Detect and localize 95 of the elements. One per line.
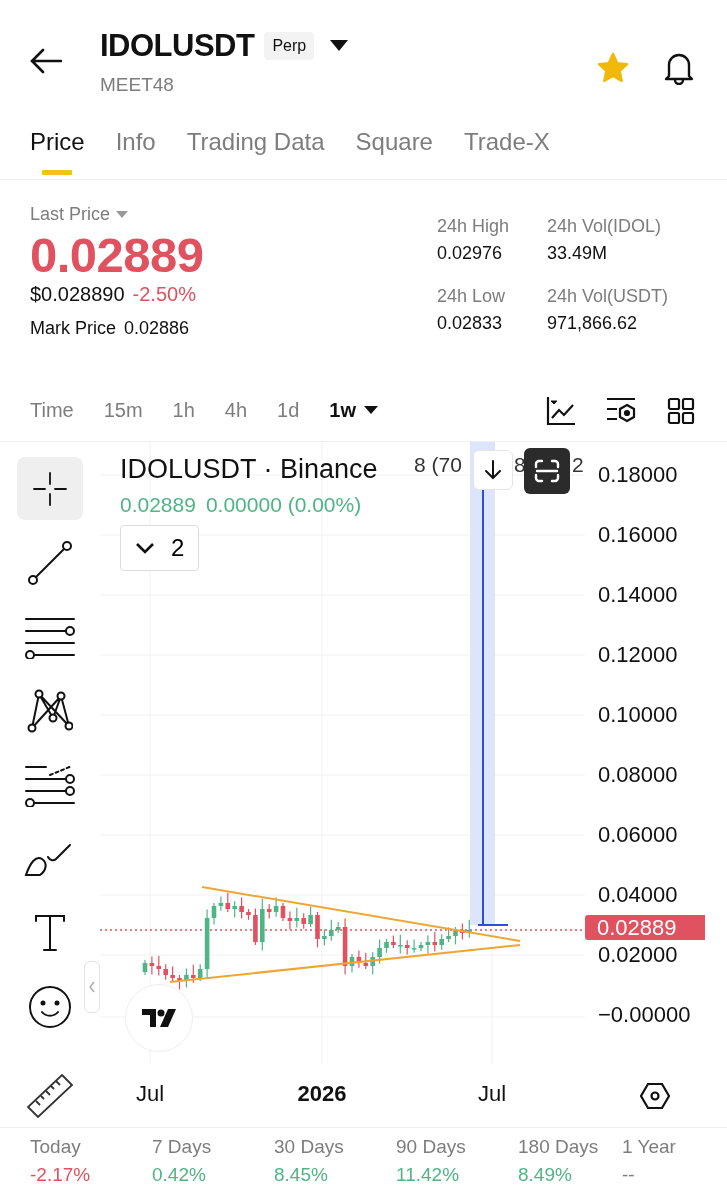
- indicator-chart-button[interactable]: [545, 394, 577, 427]
- contract-badge: Perp: [264, 32, 315, 60]
- page-tab[interactable]: Info: [115, 118, 156, 179]
- price-axis-label: 0.02000: [597, 942, 678, 968]
- text-tool-icon: [33, 912, 67, 953]
- mark-price-value: 0.02886: [124, 318, 190, 339]
- stat-value: 33.49M: [547, 243, 609, 264]
- period-label: 7 Days: [152, 1136, 213, 1158]
- stat-label: 24h Low: [437, 286, 507, 307]
- arrow-down-icon: [484, 460, 502, 480]
- measure-label-fragment: 8: [514, 453, 526, 477]
- candle: [308, 906, 313, 928]
- screenshot-icon: [534, 459, 560, 483]
- chart-title: IDOLUSDT · Binance: [120, 454, 378, 485]
- screenshot-button[interactable]: [524, 448, 570, 494]
- pattern-icon: [27, 687, 73, 734]
- time-axis-label: Jul: [477, 1080, 507, 1107]
- period-change: --: [622, 1164, 636, 1186]
- candle: [246, 908, 251, 921]
- candle: [315, 911, 320, 948]
- stat-label: 24h Vol(IDOL): [547, 216, 663, 237]
- price-axis-label: 0.04000: [597, 882, 678, 908]
- candle: [453, 926, 458, 945]
- period-change: 11.42%: [396, 1164, 461, 1186]
- period-label: Today: [30, 1136, 82, 1158]
- scroll-down-button[interactable]: [473, 450, 513, 490]
- period-change: 0.42%: [152, 1164, 207, 1186]
- interval-tab[interactable]: 1h: [172, 399, 195, 422]
- chevron-down-icon: [135, 542, 155, 554]
- trend-line-icon: [27, 539, 73, 586]
- stat-value: 0.02976: [437, 243, 504, 264]
- indicators-toggle[interactable]: 2: [120, 525, 200, 571]
- price-axis-label: 0.16000: [597, 522, 678, 548]
- symbol-subtitle: MEET48: [100, 74, 175, 96]
- price-change: -2.50%: [132, 283, 196, 306]
- candle: [170, 966, 175, 982]
- price-axis-label: 0.12000: [597, 642, 678, 668]
- caret-icon: [364, 406, 379, 415]
- period-change: 8.45%: [274, 1164, 329, 1186]
- price-axis-label: 0.14000: [597, 582, 678, 608]
- last-price-value: 0.02889: [30, 227, 205, 283]
- price-axis-label: 0.10000: [597, 702, 678, 728]
- stat-value: 0.02833: [437, 313, 504, 334]
- period-label: 180 Days: [518, 1136, 600, 1158]
- page-tab[interactable]: Trading Data: [186, 118, 325, 179]
- price-axis-label: 0.18000: [597, 462, 678, 488]
- candle: [322, 928, 327, 947]
- candle: [460, 922, 465, 941]
- measure-label: 8 (70: [414, 453, 462, 477]
- period-change: -2.17%: [30, 1164, 92, 1186]
- dropdown-caret-icon[interactable]: [330, 40, 349, 52]
- candle: [446, 927, 451, 943]
- time-axis-label: Jul: [135, 1080, 165, 1107]
- price-axis-label: 0.08000: [597, 762, 678, 788]
- candle: [377, 939, 382, 965]
- mark-price-label: Mark Price: [30, 318, 116, 339]
- last-price-selector[interactable]: Last Price: [30, 204, 129, 225]
- candle: [177, 974, 182, 990]
- interval-tab[interactable]: 1d: [277, 399, 300, 422]
- ruler-icon[interactable]: [26, 1072, 74, 1119]
- period-label: 90 Days: [396, 1136, 467, 1158]
- candle: [253, 907, 258, 946]
- page-tab[interactable]: Square: [355, 118, 433, 179]
- candle: [239, 897, 244, 920]
- stat-label: 24h High: [437, 216, 511, 237]
- usd-price: $0.028890: [30, 283, 125, 306]
- interval-tab[interactable]: Time: [30, 399, 74, 422]
- interval-tab[interactable]: 1w: [329, 399, 379, 422]
- interval-tab[interactable]: 4h: [224, 399, 248, 422]
- page-tab[interactable]: Trade-X: [463, 118, 550, 179]
- page-tab[interactable]: Price: [30, 118, 85, 179]
- period-label: 1 Year: [622, 1136, 677, 1158]
- settings-icon[interactable]: [640, 1081, 670, 1110]
- time-axis-label: 2026: [297, 1080, 347, 1107]
- candle: [467, 919, 472, 939]
- candle: [391, 934, 396, 949]
- price-axis-label: −0.00000: [597, 1002, 691, 1028]
- caret-icon: [116, 210, 129, 219]
- ohlc-change: 0.00000 (0.00%): [205, 493, 362, 517]
- ohlc-value: 0.02889: [120, 493, 196, 517]
- symbol-title: IDOLUSDT: [100, 28, 255, 64]
- interval-tab[interactable]: 15m: [103, 399, 143, 422]
- chevron-left-icon: [89, 981, 95, 993]
- period-change: 8.49%: [518, 1164, 573, 1186]
- period-label: 30 Days: [274, 1136, 345, 1158]
- emoji-icon: [28, 984, 72, 1029]
- crosshair-icon: [33, 471, 67, 506]
- stat-label: 24h Vol(USDT): [547, 286, 670, 307]
- current-price-tag: 0.02889: [585, 915, 705, 940]
- drawing-tool-button[interactable]: [17, 457, 83, 520]
- stat-value: 971,866.62: [547, 313, 639, 334]
- price-axis-label: 0.06000: [597, 822, 678, 848]
- candle: [184, 967, 189, 989]
- candle: [384, 938, 389, 954]
- measure-label-fragment: 2: [572, 453, 584, 477]
